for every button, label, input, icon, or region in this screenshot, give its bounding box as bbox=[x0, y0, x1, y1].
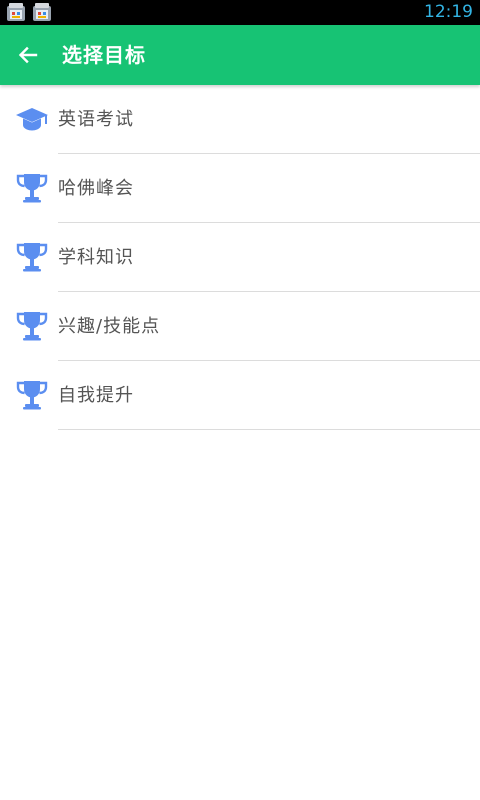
goal-item-interests-skills[interactable]: 兴趣/技能点 bbox=[0, 292, 480, 361]
goal-list: 英语考试 哈佛峰会 学科知识 兴趣/技能点 自我提升 bbox=[0, 85, 480, 430]
goal-item-self-improvement[interactable]: 自我提升 bbox=[0, 361, 480, 430]
goal-item-english-exam[interactable]: 英语考试 bbox=[0, 85, 480, 154]
divider bbox=[58, 429, 480, 430]
arrow-left-icon bbox=[18, 46, 38, 64]
status-time: 12:19 bbox=[424, 2, 473, 22]
app-bar: 选择目标 bbox=[0, 25, 480, 85]
trophy-icon bbox=[16, 381, 48, 410]
page-title: 选择目标 bbox=[62, 43, 146, 67]
status-bar: 12:19 bbox=[0, 0, 480, 25]
goal-item-subject-knowledge[interactable]: 学科知识 bbox=[0, 223, 480, 292]
goal-label: 哈佛峰会 bbox=[58, 178, 134, 199]
goal-label: 自我提升 bbox=[58, 385, 134, 406]
trophy-icon bbox=[16, 243, 48, 272]
goal-label: 学科知识 bbox=[58, 247, 134, 268]
trophy-icon bbox=[16, 174, 48, 203]
trophy-icon bbox=[16, 312, 48, 341]
store-notification-icon bbox=[33, 3, 51, 21]
store-notification-icon bbox=[7, 3, 25, 21]
goal-label: 兴趣/技能点 bbox=[58, 316, 161, 337]
goal-item-harvard-summit[interactable]: 哈佛峰会 bbox=[0, 154, 480, 223]
graduation-cap-icon bbox=[16, 108, 48, 131]
goal-label: 英语考试 bbox=[58, 109, 134, 130]
back-button[interactable] bbox=[8, 35, 48, 75]
